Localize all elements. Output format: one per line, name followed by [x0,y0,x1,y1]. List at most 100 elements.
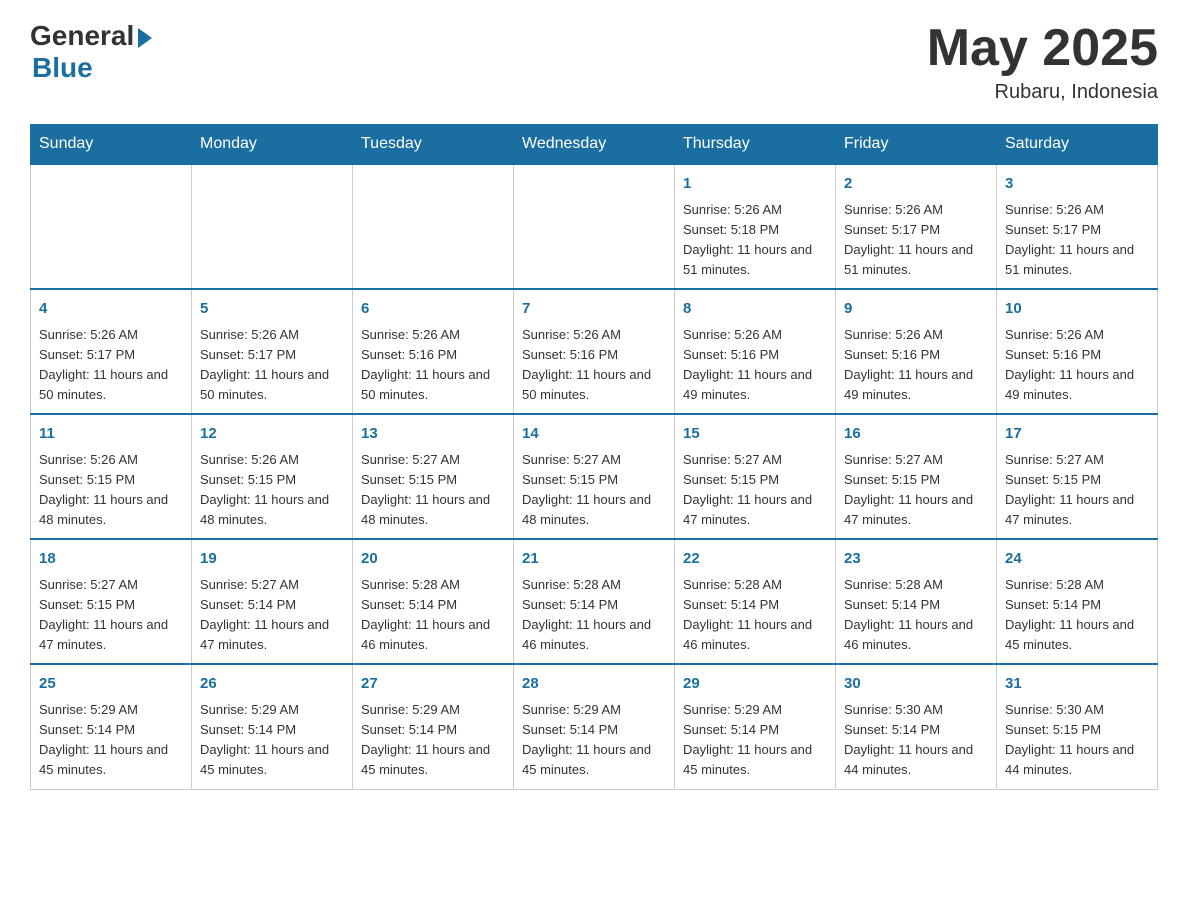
week-row-5: 25 Sunrise: 5:29 AM Sunset: 5:14 PM Dayli… [31,664,1158,789]
day-header-thursday: Thursday [675,125,836,165]
day-info: Sunrise: 5:29 AM Sunset: 5:14 PM Dayligh… [361,700,505,781]
week-row-4: 18 Sunrise: 5:27 AM Sunset: 5:15 PM Dayli… [31,539,1158,664]
calendar-cell: 7 Sunrise: 5:26 AM Sunset: 5:16 PM Daylig… [514,289,675,414]
calendar-cell: 11 Sunrise: 5:26 AM Sunset: 5:15 PM Dayli… [31,414,192,539]
calendar-cell: 6 Sunrise: 5:26 AM Sunset: 5:16 PM Daylig… [353,289,514,414]
calendar-cell: 29Sunrise: 5:29 AM Sunset: 5:14 PM Dayli… [675,664,836,789]
day-info: Sunrise: 5:30 AM Sunset: 5:14 PM Dayligh… [844,700,988,781]
day-number: 8 [683,298,827,321]
day-number: 9 [844,298,988,321]
calendar-cell: 25 Sunrise: 5:29 AM Sunset: 5:14 PM Dayli… [31,664,192,789]
day-number: 26 [200,673,344,696]
day-number: 22 [683,548,827,571]
day-number: 30 [844,673,988,696]
day-number: 10 [1005,298,1149,321]
calendar-cell: 5Sunrise: 5:26 AM Sunset: 5:17 PM Daylig… [192,289,353,414]
logo-blue-text: Blue [32,52,93,84]
day-number: 6 [361,298,505,321]
calendar-cell: 30 Sunrise: 5:30 AM Sunset: 5:14 PM Dayli… [836,664,997,789]
day-info: Sunrise: 5:27 AM Sunset: 5:14 PM Dayligh… [200,575,344,656]
logo-arrow-icon [138,28,152,48]
day-number: 7 [522,298,666,321]
calendar-cell: 26Sunrise: 5:29 AM Sunset: 5:14 PM Dayli… [192,664,353,789]
calendar-table: SundayMondayTuesdayWednesdayThursdayFrid… [30,124,1158,789]
day-number: 24 [1005,548,1149,571]
day-number: 27 [361,673,505,696]
calendar-cell: 1 Sunrise: 5:26 AM Sunset: 5:18 PM Daylig… [675,164,836,289]
calendar-cell: 20 Sunrise: 5:28 AM Sunset: 5:14 PM Dayli… [353,539,514,664]
day-info: Sunrise: 5:26 AM Sunset: 5:17 PM Dayligh… [1005,200,1149,281]
location-text: Rubaru, Indonesia [927,81,1158,104]
day-number: 18 [39,548,183,571]
day-number: 23 [844,548,988,571]
day-number: 20 [361,548,505,571]
month-title: May 2025 [927,20,1158,77]
calendar-cell: 21Sunrise: 5:28 AM Sunset: 5:14 PM Dayli… [514,539,675,664]
day-info: Sunrise: 5:26 AM Sunset: 5:15 PM Dayligh… [39,450,183,531]
day-header-tuesday: Tuesday [353,125,514,165]
day-info: Sunrise: 5:28 AM Sunset: 5:14 PM Dayligh… [361,575,505,656]
calendar-cell: 23 Sunrise: 5:28 AM Sunset: 5:14 PM Dayli… [836,539,997,664]
day-info: Sunrise: 5:26 AM Sunset: 5:18 PM Dayligh… [683,200,827,281]
day-number: 12 [200,423,344,446]
day-header-friday: Friday [836,125,997,165]
calendar-cell: 4Sunrise: 5:26 AM Sunset: 5:17 PM Daylig… [31,289,192,414]
day-info: Sunrise: 5:27 AM Sunset: 5:15 PM Dayligh… [844,450,988,531]
day-info: Sunrise: 5:28 AM Sunset: 5:14 PM Dayligh… [522,575,666,656]
calendar-cell: 12 Sunrise: 5:26 AM Sunset: 5:15 PM Dayli… [192,414,353,539]
calendar-cell [514,164,675,289]
logo-general-text: General [30,20,134,52]
day-info: Sunrise: 5:28 AM Sunset: 5:14 PM Dayligh… [1005,575,1149,656]
day-info: Sunrise: 5:29 AM Sunset: 5:14 PM Dayligh… [522,700,666,781]
calendar-cell: 2Sunrise: 5:26 AM Sunset: 5:17 PM Daylig… [836,164,997,289]
calendar-cell: 24 Sunrise: 5:28 AM Sunset: 5:14 PM Dayli… [997,539,1158,664]
logo: General Blue [30,20,152,84]
day-number: 19 [200,548,344,571]
day-info: Sunrise: 5:26 AM Sunset: 5:16 PM Dayligh… [522,325,666,406]
day-info: Sunrise: 5:26 AM Sunset: 5:17 PM Dayligh… [844,200,988,281]
page-header: General Blue May 2025 Rubaru, Indonesia [30,20,1158,104]
day-number: 13 [361,423,505,446]
day-number: 31 [1005,673,1149,696]
day-info: Sunrise: 5:27 AM Sunset: 5:15 PM Dayligh… [361,450,505,531]
day-info: Sunrise: 5:27 AM Sunset: 5:15 PM Dayligh… [39,575,183,656]
day-header-wednesday: Wednesday [514,125,675,165]
calendar-cell: 28Sunrise: 5:29 AM Sunset: 5:14 PM Dayli… [514,664,675,789]
day-info: Sunrise: 5:30 AM Sunset: 5:15 PM Dayligh… [1005,700,1149,781]
day-info: Sunrise: 5:26 AM Sunset: 5:16 PM Dayligh… [1005,325,1149,406]
day-number: 5 [200,298,344,321]
title-section: May 2025 Rubaru, Indonesia [927,20,1158,104]
day-info: Sunrise: 5:29 AM Sunset: 5:14 PM Dayligh… [683,700,827,781]
day-number: 3 [1005,173,1149,196]
day-info: Sunrise: 5:27 AM Sunset: 5:15 PM Dayligh… [1005,450,1149,531]
week-row-2: 4Sunrise: 5:26 AM Sunset: 5:17 PM Daylig… [31,289,1158,414]
day-info: Sunrise: 5:26 AM Sunset: 5:15 PM Dayligh… [200,450,344,531]
day-number: 14 [522,423,666,446]
calendar-cell: 10 Sunrise: 5:26 AM Sunset: 5:16 PM Dayli… [997,289,1158,414]
calendar-cell: 13 Sunrise: 5:27 AM Sunset: 5:15 PM Dayli… [353,414,514,539]
calendar-cell [353,164,514,289]
calendar-cell: 9 Sunrise: 5:26 AM Sunset: 5:16 PM Daylig… [836,289,997,414]
day-info: Sunrise: 5:26 AM Sunset: 5:16 PM Dayligh… [844,325,988,406]
day-number: 17 [1005,423,1149,446]
calendar-cell: 3 Sunrise: 5:26 AM Sunset: 5:17 PM Daylig… [997,164,1158,289]
day-number: 25 [39,673,183,696]
calendar-cell: 16 Sunrise: 5:27 AM Sunset: 5:15 PM Dayli… [836,414,997,539]
day-number: 11 [39,423,183,446]
day-info: Sunrise: 5:26 AM Sunset: 5:16 PM Dayligh… [361,325,505,406]
day-info: Sunrise: 5:26 AM Sunset: 5:17 PM Dayligh… [39,325,183,406]
calendar-cell: 15Sunrise: 5:27 AM Sunset: 5:15 PM Dayli… [675,414,836,539]
calendar-cell: 8 Sunrise: 5:26 AM Sunset: 5:16 PM Daylig… [675,289,836,414]
calendar-cell: 31 Sunrise: 5:30 AM Sunset: 5:15 PM Dayli… [997,664,1158,789]
day-number: 1 [683,173,827,196]
day-number: 16 [844,423,988,446]
calendar-cell [31,164,192,289]
calendar-cell: 17 Sunrise: 5:27 AM Sunset: 5:15 PM Dayli… [997,414,1158,539]
day-info: Sunrise: 5:28 AM Sunset: 5:14 PM Dayligh… [683,575,827,656]
day-info: Sunrise: 5:26 AM Sunset: 5:16 PM Dayligh… [683,325,827,406]
week-row-3: 11 Sunrise: 5:26 AM Sunset: 5:15 PM Dayli… [31,414,1158,539]
day-info: Sunrise: 5:29 AM Sunset: 5:14 PM Dayligh… [39,700,183,781]
calendar-cell: 18 Sunrise: 5:27 AM Sunset: 5:15 PM Dayli… [31,539,192,664]
day-header-saturday: Saturday [997,125,1158,165]
day-info: Sunrise: 5:28 AM Sunset: 5:14 PM Dayligh… [844,575,988,656]
